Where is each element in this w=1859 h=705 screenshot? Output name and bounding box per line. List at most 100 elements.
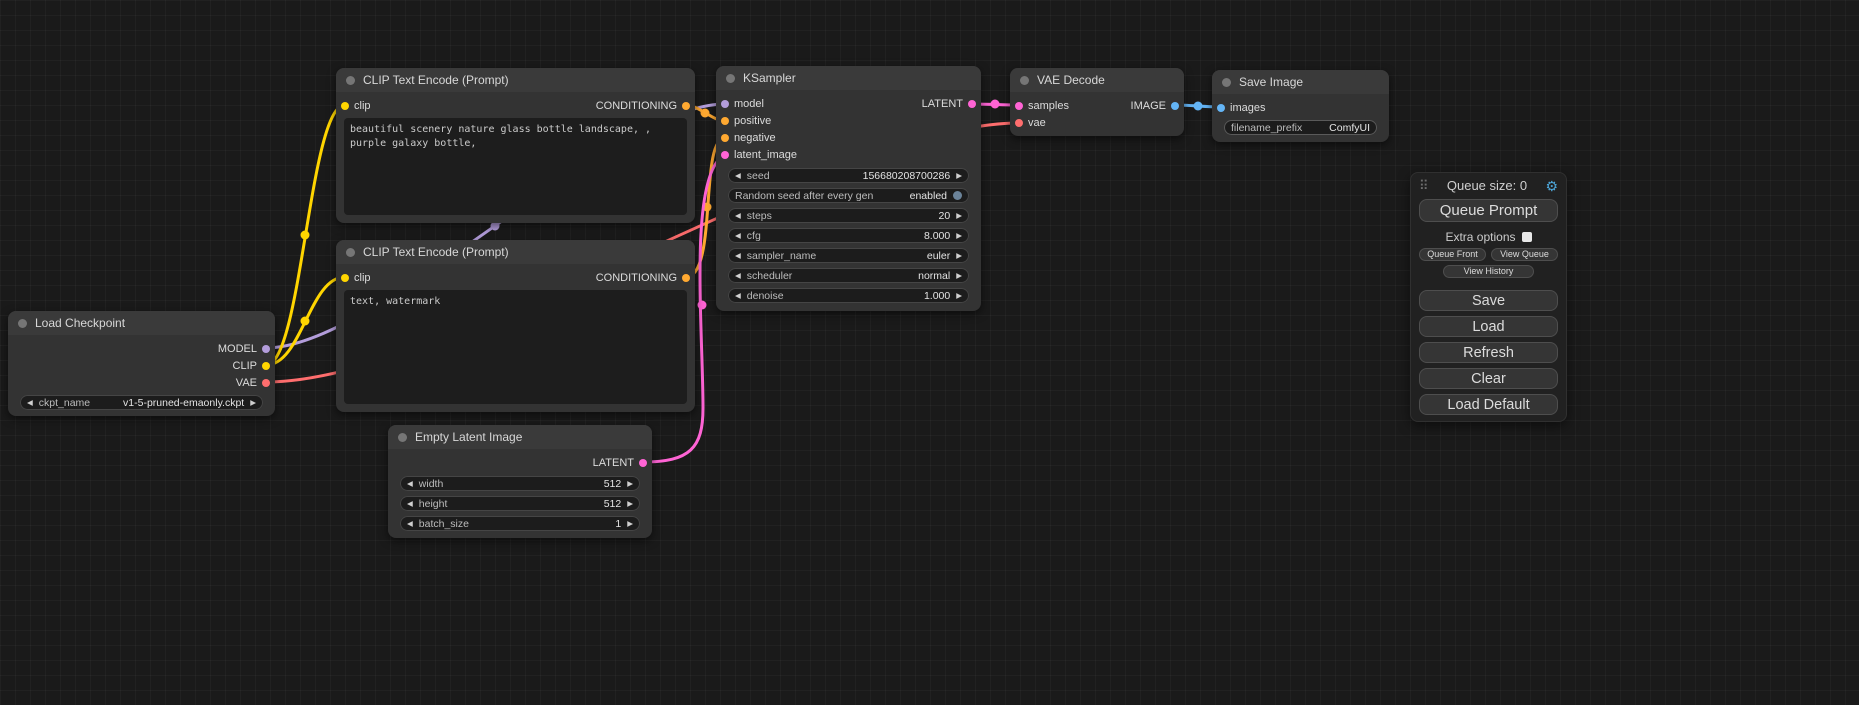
- output-slot-conditioning[interactable]: CONDITIONING: [596, 272, 690, 284]
- node-save-image[interactable]: Save Image images filename_prefix ComfyU…: [1212, 70, 1389, 142]
- arrow-right-icon[interactable]: ▶: [956, 168, 962, 183]
- queue-prompt-button[interactable]: Queue Prompt: [1419, 199, 1558, 222]
- arrow-left-icon[interactable]: ◀: [407, 476, 413, 491]
- vae-output-pin-icon[interactable]: [262, 379, 270, 387]
- load-button[interactable]: Load: [1419, 316, 1558, 337]
- widget-width[interactable]: ◀ width 512 ▶: [400, 476, 640, 491]
- node-collapse-icon[interactable]: [18, 319, 27, 328]
- node-collapse-icon[interactable]: [346, 76, 355, 85]
- node-collapse-icon[interactable]: [1222, 78, 1231, 87]
- input-slot-clip[interactable]: clip: [341, 272, 371, 284]
- output-slot-image[interactable]: IMAGE: [1131, 100, 1179, 112]
- widget-filename-prefix[interactable]: filename_prefix ComfyUI: [1224, 120, 1377, 135]
- model-output-pin-icon[interactable]: [262, 345, 270, 353]
- graph-canvas[interactable]: Load Checkpoint MODEL CLIP VAE ◀ ckpt_na…: [0, 0, 1859, 705]
- samples-input-pin-icon[interactable]: [1015, 102, 1023, 110]
- widget-sampler-name[interactable]: ◀ sampler_name euler ▶: [728, 248, 969, 263]
- arrow-left-icon[interactable]: ◀: [407, 496, 413, 511]
- conditioning-output-pin-icon[interactable]: [682, 274, 690, 282]
- arrow-left-icon[interactable]: ◀: [735, 248, 741, 263]
- input-slot-vae[interactable]: vae: [1015, 117, 1046, 129]
- save-button[interactable]: Save: [1419, 290, 1558, 311]
- arrow-right-icon[interactable]: ▶: [250, 395, 256, 410]
- model-input-pin-icon[interactable]: [721, 100, 729, 108]
- arrow-left-icon[interactable]: ◀: [407, 516, 413, 531]
- arrow-left-icon[interactable]: ◀: [735, 168, 741, 183]
- widget-random-seed-toggle[interactable]: Random seed after every gen enabled: [728, 188, 969, 203]
- arrow-right-icon[interactable]: ▶: [956, 268, 962, 283]
- refresh-button[interactable]: Refresh: [1419, 342, 1558, 363]
- node-header[interactable]: CLIP Text Encode (Prompt): [336, 240, 695, 264]
- arrow-left-icon[interactable]: ◀: [735, 228, 741, 243]
- vae-input-pin-icon[interactable]: [1015, 119, 1023, 127]
- output-slot-latent[interactable]: LATENT: [593, 457, 647, 469]
- arrow-right-icon[interactable]: ▶: [956, 248, 962, 263]
- arrow-left-icon[interactable]: ◀: [735, 288, 741, 303]
- input-slot-model[interactable]: model: [721, 98, 764, 110]
- arrow-right-icon[interactable]: ▶: [956, 228, 962, 243]
- node-header[interactable]: VAE Decode: [1010, 68, 1184, 92]
- load-default-button[interactable]: Load Default: [1419, 394, 1558, 415]
- settings-gear-icon[interactable]: ⚙: [1545, 179, 1558, 193]
- node-collapse-icon[interactable]: [346, 248, 355, 257]
- conditioning-output-pin-icon[interactable]: [682, 102, 690, 110]
- node-header[interactable]: CLIP Text Encode (Prompt): [336, 68, 695, 92]
- input-slot-samples[interactable]: samples: [1015, 100, 1069, 112]
- node-clip-text-encode-negative[interactable]: CLIP Text Encode (Prompt) clip CONDITION…: [336, 240, 695, 412]
- input-slot-latent-image[interactable]: latent_image: [721, 149, 797, 161]
- images-input-pin-icon[interactable]: [1217, 104, 1225, 112]
- view-queue-button[interactable]: View Queue: [1491, 248, 1558, 261]
- widget-seed[interactable]: ◀ seed 156680208700286 ▶: [728, 168, 969, 183]
- node-header[interactable]: KSampler: [716, 66, 981, 90]
- widget-cfg[interactable]: ◀ cfg 8.000 ▶: [728, 228, 969, 243]
- widget-denoise[interactable]: ◀ denoise 1.000 ▶: [728, 288, 969, 303]
- widget-ckpt-name[interactable]: ◀ ckpt_name v1-5-pruned-emaonly.ckpt ▶: [20, 395, 263, 410]
- arrow-left-icon[interactable]: ◀: [735, 268, 741, 283]
- node-collapse-icon[interactable]: [1020, 76, 1029, 85]
- widget-steps[interactable]: ◀ steps 20 ▶: [728, 208, 969, 223]
- output-slot-conditioning[interactable]: CONDITIONING: [596, 100, 690, 112]
- output-slot-vae[interactable]: VAE: [236, 377, 270, 389]
- node-vae-decode[interactable]: VAE Decode samples IMAGE vae: [1010, 68, 1184, 136]
- toggle-dot-icon[interactable]: [953, 191, 962, 200]
- clip-input-pin-icon[interactable]: [341, 102, 349, 110]
- arrow-right-icon[interactable]: ▶: [627, 516, 633, 531]
- queue-front-button[interactable]: Queue Front: [1419, 248, 1486, 261]
- node-collapse-icon[interactable]: [398, 433, 407, 442]
- arrow-right-icon[interactable]: ▶: [956, 288, 962, 303]
- output-slot-model[interactable]: MODEL: [218, 343, 270, 355]
- node-clip-text-encode-positive[interactable]: CLIP Text Encode (Prompt) clip CONDITION…: [336, 68, 695, 223]
- output-slot-latent[interactable]: LATENT: [922, 98, 976, 110]
- widget-batch-size[interactable]: ◀ batch_size 1 ▶: [400, 516, 640, 531]
- clip-input-pin-icon[interactable]: [341, 274, 349, 282]
- prompt-textarea[interactable]: beautiful scenery nature glass bottle la…: [344, 118, 687, 215]
- widget-scheduler[interactable]: ◀ scheduler normal ▶: [728, 268, 969, 283]
- positive-input-pin-icon[interactable]: [721, 117, 729, 125]
- input-slot-negative[interactable]: negative: [721, 132, 776, 144]
- arrow-right-icon[interactable]: ▶: [627, 476, 633, 491]
- node-collapse-icon[interactable]: [726, 74, 735, 83]
- node-header[interactable]: Empty Latent Image: [388, 425, 652, 449]
- latent-input-pin-icon[interactable]: [721, 151, 729, 159]
- arrow-left-icon[interactable]: ◀: [735, 208, 741, 223]
- input-slot-positive[interactable]: positive: [721, 115, 771, 127]
- negative-input-pin-icon[interactable]: [721, 134, 729, 142]
- arrow-right-icon[interactable]: ▶: [627, 496, 633, 511]
- node-header[interactable]: Load Checkpoint: [8, 311, 275, 335]
- extra-options-checkbox[interactable]: [1522, 232, 1532, 242]
- node-load-checkpoint[interactable]: Load Checkpoint MODEL CLIP VAE ◀ ckpt_na…: [8, 311, 275, 416]
- prompt-textarea[interactable]: text, watermark: [344, 290, 687, 404]
- input-slot-clip[interactable]: clip: [341, 100, 371, 112]
- image-output-pin-icon[interactable]: [1171, 102, 1179, 110]
- drag-handle-icon[interactable]: ⠿: [1419, 179, 1429, 192]
- node-ksampler[interactable]: KSampler model LATENT positive negative: [716, 66, 981, 311]
- latent-output-pin-icon[interactable]: [639, 459, 647, 467]
- output-slot-clip[interactable]: CLIP: [233, 360, 270, 372]
- input-slot-images[interactable]: images: [1217, 102, 1265, 114]
- node-header[interactable]: Save Image: [1212, 70, 1389, 94]
- arrow-right-icon[interactable]: ▶: [956, 208, 962, 223]
- arrow-left-icon[interactable]: ◀: [27, 395, 33, 410]
- view-history-button[interactable]: View History: [1443, 265, 1535, 278]
- widget-height[interactable]: ◀ height 512 ▶: [400, 496, 640, 511]
- latent-output-pin-icon[interactable]: [968, 100, 976, 108]
